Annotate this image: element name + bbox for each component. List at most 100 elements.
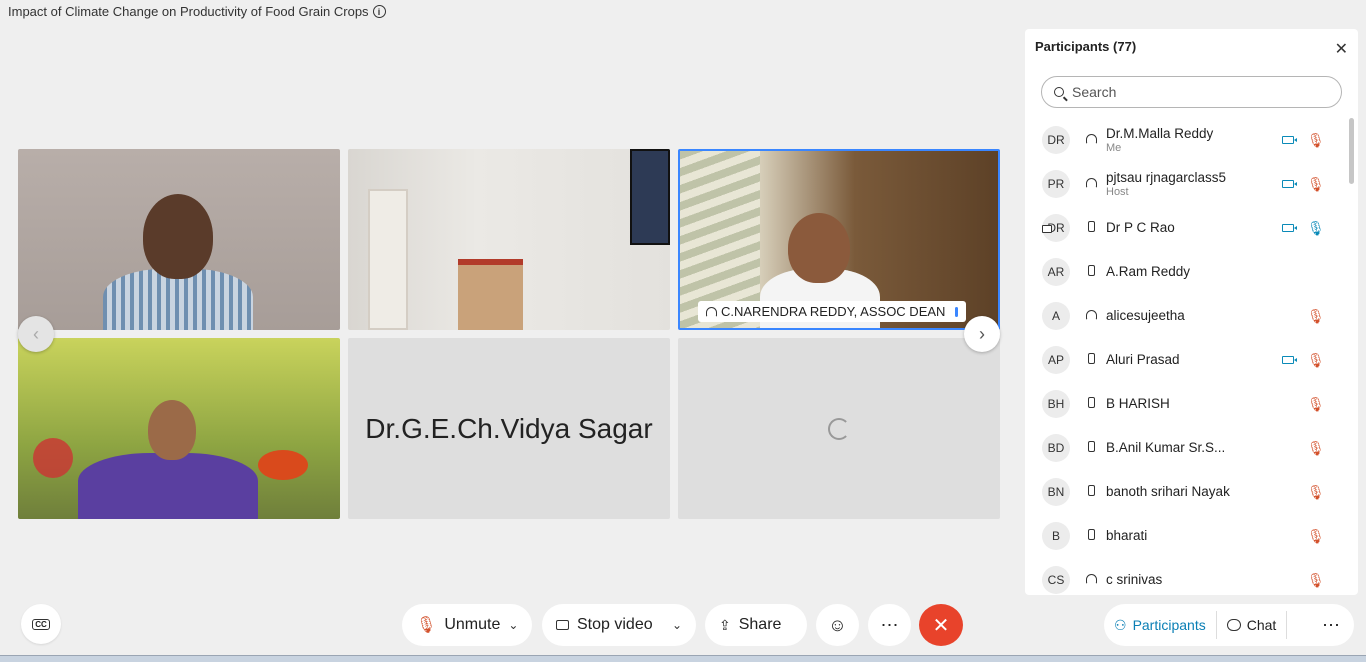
panel-header: Participants (77) ✕ [1025, 29, 1358, 65]
search-box[interactable] [1041, 76, 1342, 108]
camera-icon [1282, 136, 1297, 144]
avatar: B [1042, 522, 1070, 550]
participant-name: alicesujeetha [1106, 308, 1185, 323]
chevron-down-icon[interactable]: ⌄ [672, 618, 682, 632]
list-item[interactable]: PR pjtsau rjnagarclass5 Host 🎙︎ [1025, 162, 1345, 206]
mic-muted-icon: 🎙︎ [1307, 571, 1325, 588]
mic-muted-icon: 🎙︎ [1307, 483, 1325, 500]
panel-title: Participants (77) [1035, 39, 1137, 54]
participant-name: A.Ram Reddy [1106, 264, 1191, 279]
list-item[interactable]: BH B HARISH 🎙︎ [1025, 382, 1345, 426]
audio-level-icon [955, 306, 959, 317]
list-item[interactable]: BN banoth srihari Nayak 🎙︎ [1025, 470, 1345, 514]
video-tile-3-active-speaker[interactable]: C.NARENDRA REDDY, ASSOC DEAN [678, 149, 1000, 330]
video-tile-2[interactable] [348, 149, 670, 330]
participant-name: bharati [1106, 528, 1148, 543]
end-call-button[interactable]: ✕ [919, 604, 963, 646]
mic-muted-icon: 🎙︎ [1307, 527, 1325, 544]
list-item[interactable]: BD B.Anil Kumar Sr.S... 🎙︎ [1025, 426, 1345, 470]
avatar: BH [1042, 390, 1070, 418]
phone-icon [1086, 265, 1096, 279]
avatar: AP [1042, 346, 1070, 374]
meeting-title-text: Impact of Climate Change on Productivity… [8, 4, 369, 19]
side-panel-tabs: ⚇ Participants Chat ⋯ [1104, 604, 1354, 646]
info-icon[interactable]: i [372, 5, 386, 18]
reactions-button[interactable]: ☺ [816, 604, 859, 646]
unmute-button[interactable]: 🎙︎ Unmute ⌄ [402, 604, 532, 646]
headset-icon [1086, 309, 1097, 323]
mic-on-icon: 🎙︎ [1307, 219, 1325, 236]
participant-name: B.Anil Kumar Sr.S... [1106, 440, 1226, 455]
more-options-button[interactable]: ⋯ [868, 604, 911, 646]
search-icon [1054, 87, 1064, 97]
video-tile-5[interactable]: Dr.G.E.Ch.Vidya Sagar [348, 338, 670, 519]
unmute-label: Unmute [444, 616, 501, 633]
avatar: PR [1042, 170, 1070, 198]
share-label: Share [738, 616, 782, 633]
headset-icon [706, 306, 717, 317]
close-icon: ✕ [932, 614, 950, 637]
avatar: CS [1042, 566, 1070, 594]
avatar: A [1042, 302, 1070, 330]
tab-participants[interactable]: ⚇ Participants [1104, 609, 1216, 641]
list-item[interactable]: CS c srinivas 🎙︎ [1025, 558, 1345, 595]
list-item[interactable]: AP Aluri Prasad 🎙︎ [1025, 338, 1345, 382]
scrollbar[interactable] [1349, 118, 1354, 184]
video-tile-6[interactable] [678, 338, 1000, 519]
participants-panel: Participants (77) ✕ DR Dr.M.Malla ReddyM… [1025, 29, 1358, 595]
participant-name: c srinivas [1106, 572, 1163, 587]
list-item[interactable]: AR A.Ram Reddy [1025, 250, 1345, 294]
participant-name: Dr.M.Malla Reddy [1106, 126, 1214, 141]
screen-share-icon [1042, 225, 1052, 233]
meeting-title: Impact of Climate Change on Productivity… [8, 4, 386, 19]
tab-chat[interactable]: Chat [1217, 609, 1287, 641]
mic-muted-icon: 🎙︎ [1307, 307, 1325, 324]
participant-list: DR Dr.M.Malla Reddy Me 🎙︎ PR pjtsau rjnag… [1025, 118, 1345, 595]
participant-name: banoth srihari Nayak [1106, 484, 1230, 499]
video-tile-1[interactable] [18, 149, 340, 330]
person-icon: ⚇ [1114, 616, 1127, 633]
phone-icon [1086, 221, 1096, 235]
phone-icon [1086, 353, 1096, 367]
participant-role: Host [1106, 186, 1129, 198]
speaker-name: C.NARENDRA REDDY, ASSOC DEAN [721, 304, 946, 319]
video-grid: C.NARENDRA REDDY, ASSOC DEAN Dr.G.E.Ch.V… [18, 149, 1000, 519]
avatar: BD [1042, 434, 1070, 462]
participant-name: Aluri Prasad [1106, 352, 1180, 367]
camera-icon [1282, 356, 1297, 364]
camera-icon [1282, 224, 1297, 232]
avatar: AR [1042, 258, 1070, 286]
video-tile-4[interactable] [18, 338, 340, 519]
closed-captions-button[interactable]: CC [21, 604, 61, 644]
closed-captions-icon: CC [32, 618, 50, 630]
tab-chat-label: Chat [1246, 617, 1277, 633]
list-item[interactable]: DR Dr P C Rao 🎙︎ [1025, 206, 1345, 250]
speaker-name-tag: C.NARENDRA REDDY, ASSOC DEAN [698, 301, 967, 322]
list-item[interactable]: DR Dr.M.Malla Reddy Me 🎙︎ [1025, 118, 1345, 162]
mic-muted-icon: 🎙︎ [1307, 175, 1325, 192]
loading-spinner-icon [828, 417, 850, 440]
search-input[interactable] [1072, 84, 1312, 100]
divider [1286, 611, 1288, 639]
list-item[interactable]: B bharati 🎙︎ [1025, 514, 1345, 558]
mic-muted-icon: 🎙︎ [1307, 395, 1325, 412]
participant-role: Me [1106, 142, 1122, 154]
previous-page-button[interactable]: ‹ [18, 316, 54, 352]
video-camera-icon [556, 620, 569, 630]
stop-video-button[interactable]: Stop video ⌄ [542, 604, 696, 646]
phone-icon [1086, 485, 1096, 499]
chevron-down-icon[interactable]: ⌄ [508, 618, 518, 632]
mic-muted-icon: 🎙︎ [1307, 351, 1325, 368]
share-button[interactable]: ⇪ Share [705, 604, 807, 646]
participant-name: B HARISH [1106, 396, 1170, 411]
phone-icon [1086, 397, 1096, 411]
next-page-button[interactable]: › [964, 316, 1000, 352]
share-icon: ⇪ [719, 616, 731, 633]
camera-icon [1282, 180, 1297, 188]
close-icon[interactable]: ✕ [1335, 39, 1348, 58]
phone-icon [1086, 529, 1096, 543]
avatar: BN [1042, 478, 1070, 506]
list-item[interactable]: A alicesujeetha 🎙︎ [1025, 294, 1345, 338]
more-options-icon[interactable]: ⋯ [1322, 615, 1354, 636]
participant-name-tile: Dr.G.E.Ch.Vidya Sagar [365, 412, 653, 444]
